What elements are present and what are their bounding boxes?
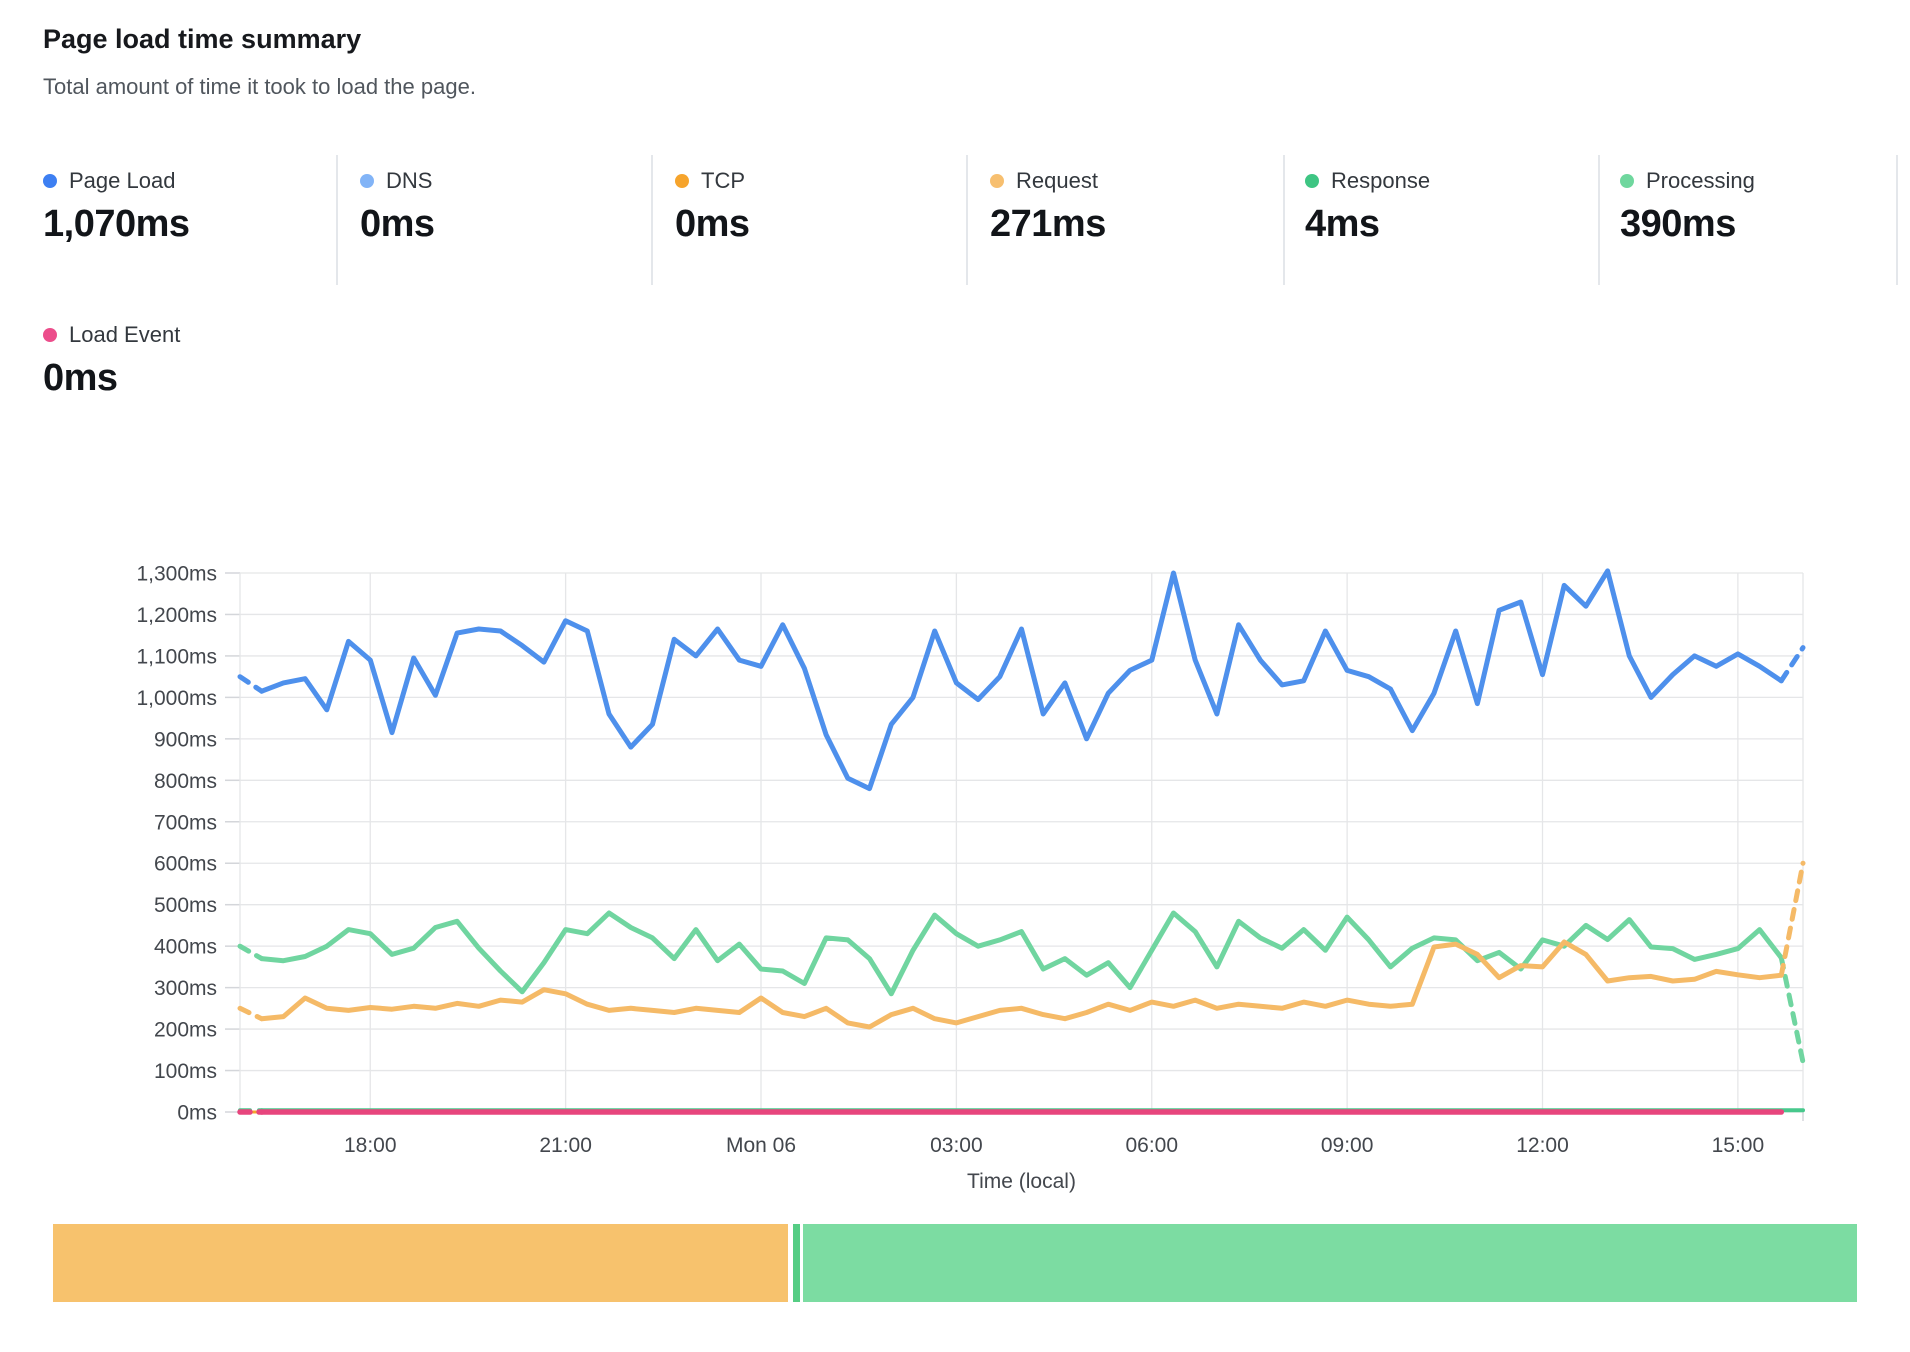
y-tick-label: 0ms <box>177 1102 217 1125</box>
y-tick-label: 1,300ms <box>136 563 217 586</box>
x-tick-label: Mon 06 <box>726 1134 796 1157</box>
y-tick-label: 100ms <box>154 1060 217 1083</box>
y-tick-label: 400ms <box>154 936 217 959</box>
series-processing-dash-start <box>240 946 262 958</box>
x-tick-label: 09:00 <box>1321 1134 1374 1157</box>
x-tick-label: 12:00 <box>1516 1134 1569 1157</box>
y-tick-label: 700ms <box>154 811 217 834</box>
bar-segment-processing-share <box>803 1224 1857 1302</box>
page-load-summary-panel: Page load time summary Total amount of t… <box>0 0 1910 1352</box>
y-tick-label: 300ms <box>154 977 217 1000</box>
y-tick-label: 900ms <box>154 728 217 751</box>
bar-segment-divider-sliver <box>793 1224 800 1302</box>
y-tick-label: 1,000ms <box>136 687 217 710</box>
series-page-load-dash-start <box>240 677 262 692</box>
bar-segment-request-share <box>53 1224 788 1302</box>
series-processing-dash-end <box>1781 958 1803 1062</box>
timing-distribution-bar <box>53 1224 1857 1302</box>
x-tick-label: 21:00 <box>539 1134 592 1157</box>
y-tick-label: 500ms <box>154 894 217 917</box>
page-load-time-chart: 0ms 100ms 200ms 300ms 400ms 500ms 600ms 700ms 80… <box>0 0 1910 1210</box>
y-tick-label: 1,200ms <box>136 604 217 627</box>
x-axis-title: Time (local) <box>967 1170 1076 1193</box>
series-request-dash-start <box>240 1008 262 1018</box>
y-tick-label: 600ms <box>154 853 217 876</box>
series-page-load-dash-end <box>1781 648 1803 681</box>
series-request-dash-end <box>1781 863 1803 975</box>
y-tick-label: 800ms <box>154 770 217 793</box>
series-request <box>262 942 1782 1027</box>
x-tick-label: 06:00 <box>1125 1134 1178 1157</box>
x-tick-label: 15:00 <box>1712 1134 1765 1157</box>
series-page-load <box>262 571 1782 789</box>
y-tick-label: 200ms <box>154 1019 217 1042</box>
y-tick-label: 1,100ms <box>136 645 217 668</box>
x-tick-label: 03:00 <box>930 1134 983 1157</box>
x-tick-label: 18:00 <box>344 1134 397 1157</box>
